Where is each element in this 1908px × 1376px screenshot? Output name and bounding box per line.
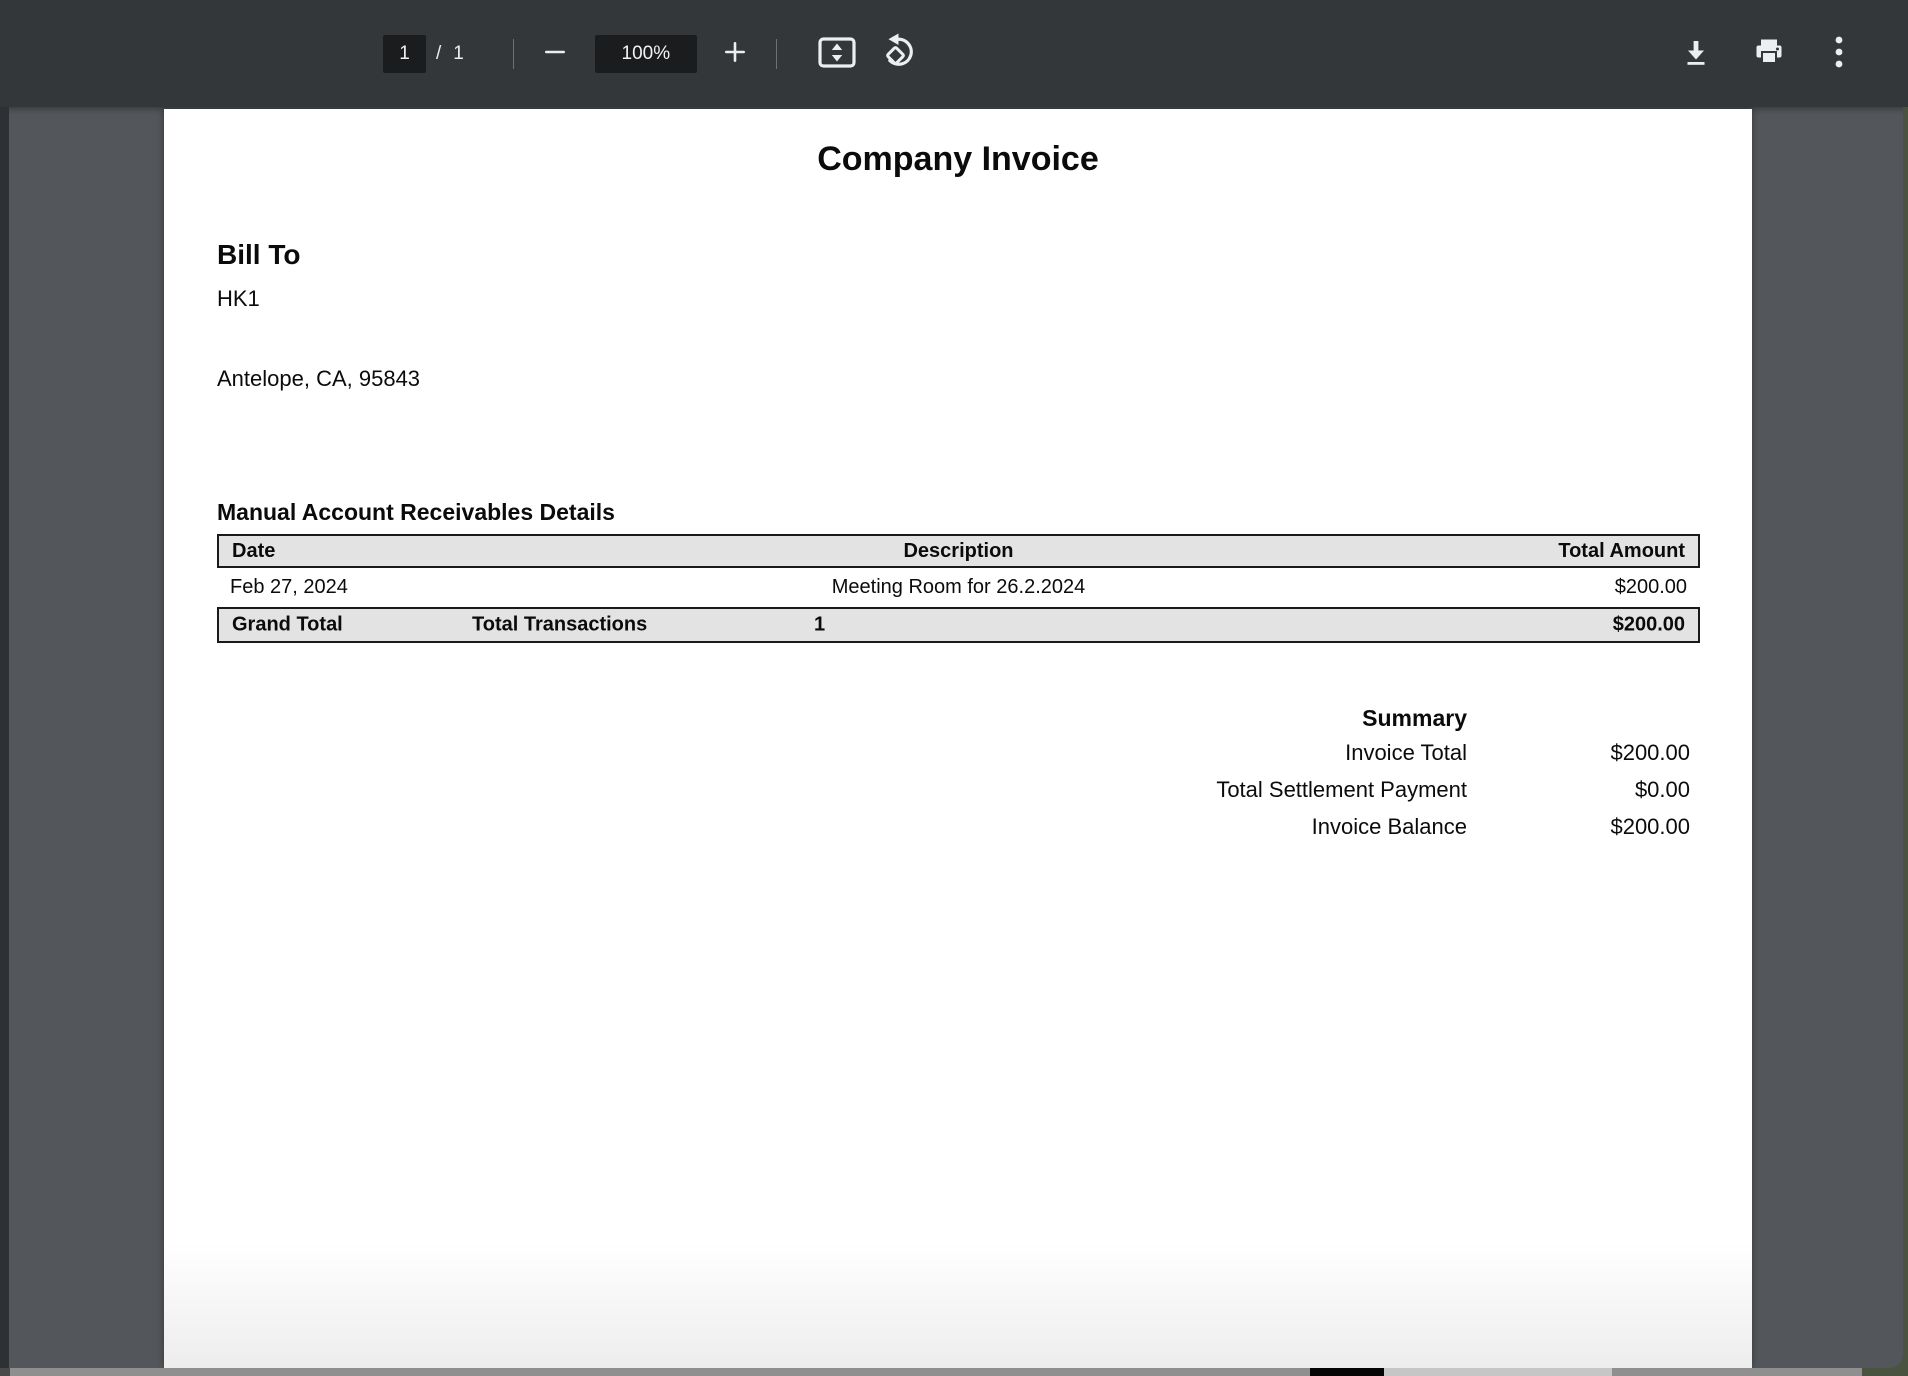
summary-label: Invoice Total [1130, 740, 1467, 766]
table-header-row: Date Description Total Amount [217, 534, 1700, 568]
summary-row-invoice-balance: Invoice Balance $200.00 [1130, 808, 1690, 845]
three-dot-menu-icon [1833, 35, 1845, 72]
bill-to-name: HK1 [217, 286, 260, 312]
page-number-input[interactable] [383, 35, 426, 73]
summary-label: Invoice Balance [1130, 814, 1467, 840]
receivables-heading: Manual Account Receivables Details [217, 499, 615, 526]
row-description: Meeting Room for 26.2.2024 [517, 576, 1400, 599]
summary-label: Total Settlement Payment [1130, 777, 1467, 803]
summary-section: Summary Invoice Total $200.00 Total Sett… [1130, 703, 1690, 845]
summary-title-row: Summary [1130, 703, 1690, 734]
plus-icon [724, 41, 746, 66]
window-bottom-edge [0, 1368, 1862, 1376]
more-options-button[interactable] [1829, 0, 1849, 107]
rotate-button[interactable] [883, 35, 919, 73]
download-icon [1681, 37, 1711, 70]
summary-heading: Summary [1130, 705, 1467, 732]
summary-row-invoice-total: Invoice Total $200.00 [1130, 734, 1690, 771]
toolbar-divider [513, 39, 514, 69]
viewer-left-edge [0, 107, 9, 1368]
summary-value: $200.00 [1467, 740, 1690, 766]
bill-to-address: Antelope, CA, 95843 [217, 366, 420, 392]
bottom-edge-segment [1310, 1368, 1384, 1376]
download-button[interactable] [1679, 0, 1713, 107]
grand-total-row: Grand Total Total Transactions 1 $200.00 [217, 607, 1700, 643]
grand-total-label: Grand Total [232, 614, 343, 637]
table-row: Feb 27, 2024 Meeting Room for 26.2.2024 … [217, 568, 1700, 607]
column-header-total-amount: Total Amount [1398, 540, 1698, 563]
pdf-viewer-area[interactable]: Company Invoice Bill To HK1 Antelope, CA… [0, 107, 1903, 1368]
row-date: Feb 27, 2024 [217, 576, 517, 599]
toolbar-center-controls: / 1 [383, 0, 919, 107]
zoom-level-input[interactable] [595, 35, 697, 73]
print-icon [1753, 36, 1785, 71]
pdf-toolbar: / 1 [0, 0, 1908, 107]
bill-to-heading: Bill To [217, 239, 300, 271]
fit-to-page-button[interactable] [817, 37, 857, 71]
summary-row-settlement-payment: Total Settlement Payment $0.00 [1130, 771, 1690, 808]
minus-icon [544, 41, 566, 66]
zoom-in-button[interactable] [718, 37, 752, 71]
page-total-label: 1 [453, 43, 464, 65]
summary-value: $200.00 [1467, 814, 1690, 840]
column-header-date: Date [219, 540, 519, 563]
grand-total-amount: $200.00 [1613, 614, 1685, 637]
total-transactions-label: Total Transactions [472, 614, 647, 637]
total-transactions-count: 1 [814, 614, 825, 637]
bottom-edge-segment [0, 1368, 10, 1376]
rotate-counterclockwise-icon [883, 33, 919, 74]
fit-to-page-icon [818, 37, 856, 71]
zoom-out-button[interactable] [538, 37, 572, 71]
page-separator: / [436, 43, 441, 65]
invoice-page: Company Invoice Bill To HK1 Antelope, CA… [164, 109, 1752, 1368]
bottom-edge-segment [1384, 1368, 1612, 1376]
receivables-table: Date Description Total Amount Feb 27, 20… [217, 534, 1700, 643]
invoice-title: Company Invoice [164, 140, 1752, 179]
row-total-amount: $200.00 [1400, 576, 1700, 599]
toolbar-divider [776, 39, 777, 69]
column-header-description: Description [519, 540, 1398, 563]
summary-value: $0.00 [1467, 777, 1690, 803]
print-button[interactable] [1751, 0, 1787, 107]
